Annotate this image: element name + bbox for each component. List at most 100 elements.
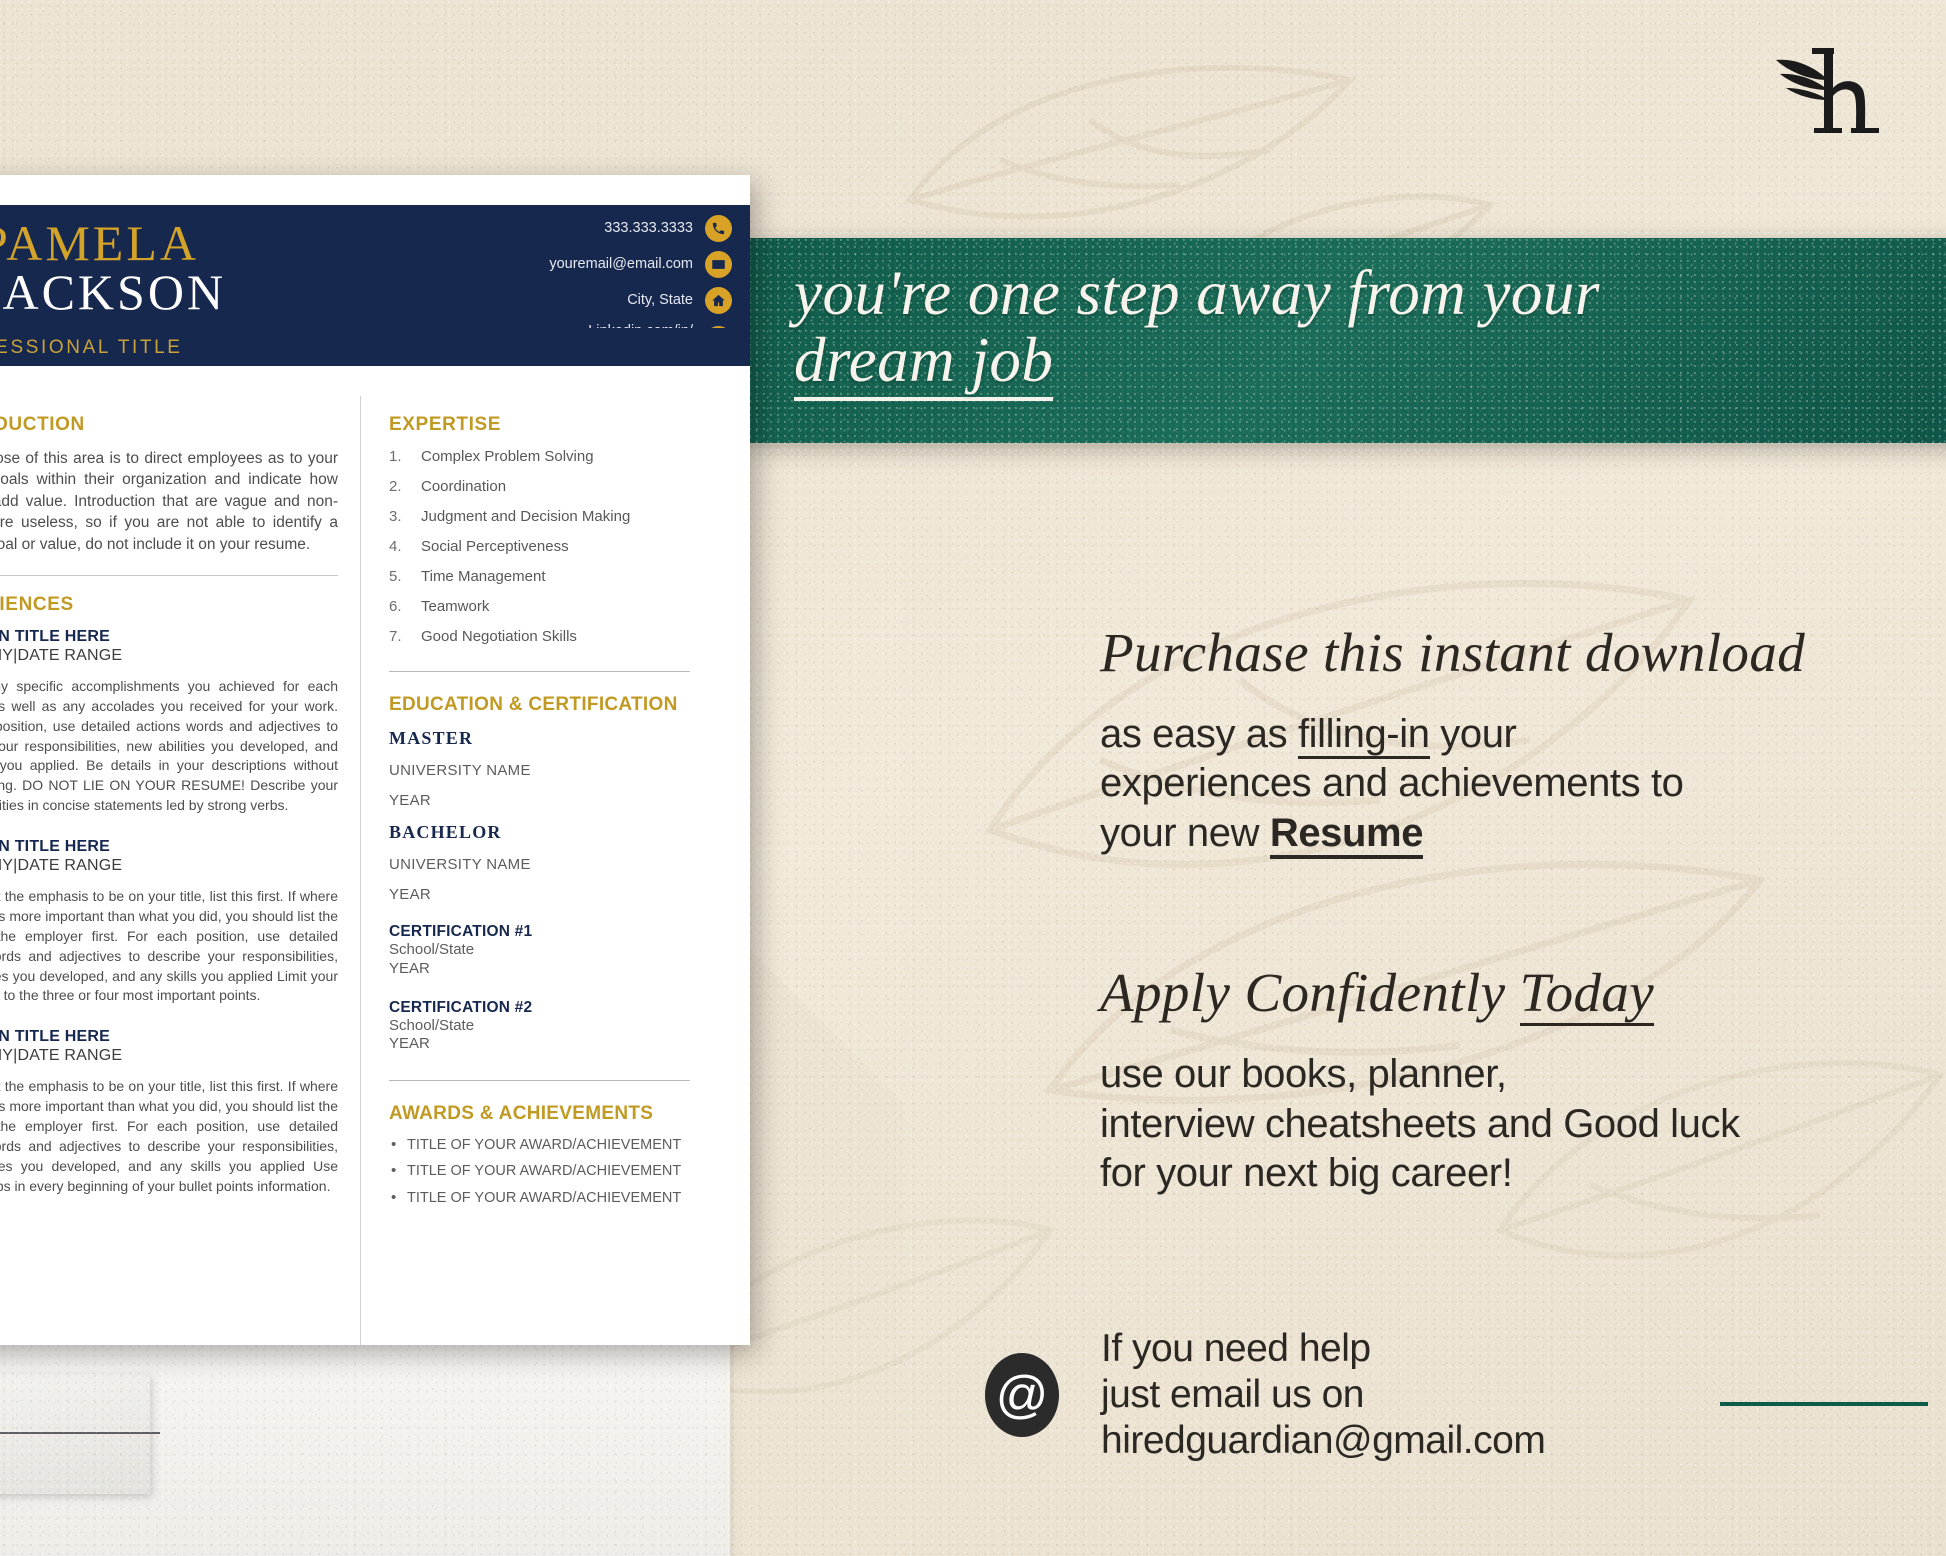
small-card-rule [0, 1432, 160, 1434]
experience-meta: COMPANY|DATE RANGE [0, 1047, 123, 1065]
small-card-bottomleft [0, 1374, 150, 1494]
expertise-number: 3. [389, 508, 402, 525]
green-accent-rule [1720, 1402, 1928, 1406]
expertise-label: Teamwork [421, 598, 490, 615]
expertise-label: Good Negotiation Skills [421, 628, 577, 645]
resume-emphasis: Resume [1269, 810, 1423, 859]
education-year: YEAR [389, 792, 432, 809]
certification-year: YEAR [389, 1035, 430, 1053]
section-heading-introduction: INTRODUCTION [0, 414, 85, 435]
home-icon [705, 287, 732, 314]
certification-year: YEAR [389, 959, 430, 977]
purchase-body-line2: experiences and achievements to [1100, 761, 1684, 806]
headline-line-2: dream job [794, 327, 1054, 401]
experience-item: POSITION TITLE HERE COMPANY|DATE RANGE I… [0, 628, 338, 816]
today-emphasis: Today [1519, 962, 1655, 1027]
apply-section: Apply Confidently Today use our books, p… [1100, 962, 1920, 1198]
expertise-number: 6. [389, 598, 402, 615]
expertise-label: Social Perceptiveness [421, 538, 569, 555]
resume-right-column: EXPERTISE 1. Complex Problem Solving 2. Co… [360, 396, 750, 1345]
divider [0, 574, 338, 576]
apply-body-line1: use our books, planner, [1100, 1051, 1507, 1096]
headline-banner: you're one step away from your dream job [744, 238, 1946, 443]
section-heading-expertise: EXPERTISE [389, 414, 502, 435]
experience-title: POSITION TITLE HERE [0, 1028, 111, 1046]
certification-school: School/State [389, 941, 475, 958]
resume-name: PAMELA JACKSON [0, 215, 227, 320]
section-heading-experiences: EXPERIENCES [0, 593, 74, 615]
resume-contact-location: City, State [412, 287, 732, 314]
purchase-body: as easy as filling-in your experiences a… [1100, 710, 1920, 859]
education-degree: MASTER [389, 728, 474, 748]
list-item: TITLE OF YOUR AWARD/ACHIEVEMENT [389, 1189, 690, 1207]
experience-body: Include any specific accomplishments you… [0, 677, 338, 814]
divider [389, 1080, 690, 1081]
experience-body: If you want the emphasis to be on your t… [0, 1078, 338, 1194]
education-degree: BACHELOR [389, 822, 502, 842]
support-contact: @ If you need help just email us on hire… [985, 1326, 1546, 1464]
resume-left-column: INTRODUCTION The purpose of this area is… [0, 396, 360, 1345]
resume-first-name: PAMELA [0, 215, 199, 271]
expertise-label: Time Management [421, 568, 546, 585]
headline-line-1: you're one step away from your [794, 258, 1600, 328]
expertise-label: Coordination [421, 478, 507, 495]
education-school: UNIVERSITY NAME [389, 856, 531, 873]
envelope-icon [705, 251, 732, 278]
experience-item: POSITION TITLE HERE COMPANY|DATE RANGE I… [0, 1028, 338, 1196]
certification-school: School/State [389, 1016, 475, 1034]
purchase-body-a: as easy as [1100, 711, 1298, 756]
resume-contact-email-text: youremail@email.com [549, 256, 693, 273]
awards-list: TITLE OF YOUR AWARD/ACHIEVEMENT TITLE OF… [389, 1136, 690, 1207]
apply-body-line3: for your next big career! [1100, 1151, 1513, 1196]
list-item: 7. Good Negotiation Skills [389, 628, 690, 645]
education-entry: BACHELOR UNIVERSITY NAME YEAR [389, 822, 690, 903]
apply-body: use our books, planner, interview cheats… [1100, 1050, 1920, 1199]
experience-meta: COMPANY|DATE RANGE [0, 857, 123, 874]
poster-canvas: you're one step away from your dream job… [0, 0, 1946, 1556]
list-item: 1. Complex Problem Solving [389, 448, 690, 465]
expertise-number: 7. [389, 628, 402, 645]
phone-icon [705, 215, 732, 242]
expertise-label: Complex Problem Solving [421, 448, 594, 465]
experience-body: If you want the emphasis to be on your t… [0, 888, 338, 1004]
certification-title: CERTIFICATION #1 [389, 923, 533, 940]
resume-contact-phone: 333.333.3333 [412, 215, 732, 242]
list-item: TITLE OF YOUR AWARD/ACHIEVEMENT [389, 1136, 690, 1154]
at-icon: @ [985, 1353, 1059, 1438]
headline-banner-text: you're one step away from your dream job [744, 238, 1946, 401]
experience-item: POSITION TITLE HERE COMPANY|DATE RANGE I… [0, 838, 338, 1006]
certification-title: CERTIFICATION #2 [389, 998, 533, 1016]
education-year: YEAR [389, 886, 432, 903]
expertise-label: Judgment and Decision Making [421, 508, 631, 525]
list-item: 6. Teamwork [389, 598, 690, 615]
resume-contact-phone-text: 333.333.3333 [604, 220, 693, 237]
divider [389, 671, 690, 672]
filling-in-emphasis: filling-in [1297, 711, 1430, 759]
list-item: 2. Coordination [389, 478, 690, 495]
experience-meta: COMPANY|DATE RANGE [0, 646, 123, 664]
purchase-body-b: your [1429, 711, 1517, 756]
introduction-text: The purpose of this area is to direct em… [0, 450, 338, 553]
support-contact-text: If you need help just email us on hiredg… [1101, 1326, 1546, 1464]
expertise-number: 4. [389, 538, 402, 555]
apply-body-line2: interview cheatsheets and Good luck [1100, 1101, 1740, 1146]
expertise-number: 1. [389, 448, 402, 465]
experience-title: POSITION TITLE HERE [0, 838, 111, 855]
resume-contact-email: youremail@email.com [412, 251, 732, 278]
list-item: TITLE OF YOUR AWARD/ACHIEVEMENT [389, 1162, 690, 1180]
resume-last-name: JACKSON [0, 264, 227, 320]
education-school: UNIVERSITY NAME [389, 762, 531, 779]
resume-body: INTRODUCTION The purpose of this area is… [0, 396, 750, 1345]
list-item: 3. Judgment and Decision Making [389, 508, 690, 525]
purchase-body-line3a: your new [1100, 810, 1270, 855]
support-line-1: If you need help [1101, 1327, 1371, 1370]
winged-h-logo [1776, 48, 1879, 133]
support-email: hiredguardian@gmail.com [1101, 1419, 1546, 1463]
apply-heading-a: Apply Confidently [1100, 962, 1520, 1024]
resume-preview: PAMELA JACKSON 333.333.3333 youremail@em… [0, 175, 750, 1345]
expertise-number: 5. [389, 568, 402, 585]
certification-entry: CERTIFICATION #2 School/State YEAR [389, 999, 690, 1055]
certification-entry: CERTIFICATION #1 School/State YEAR [389, 923, 690, 979]
resume-contact-location-text: City, State [627, 292, 693, 309]
apply-heading: Apply Confidently Today [1100, 962, 1920, 1027]
